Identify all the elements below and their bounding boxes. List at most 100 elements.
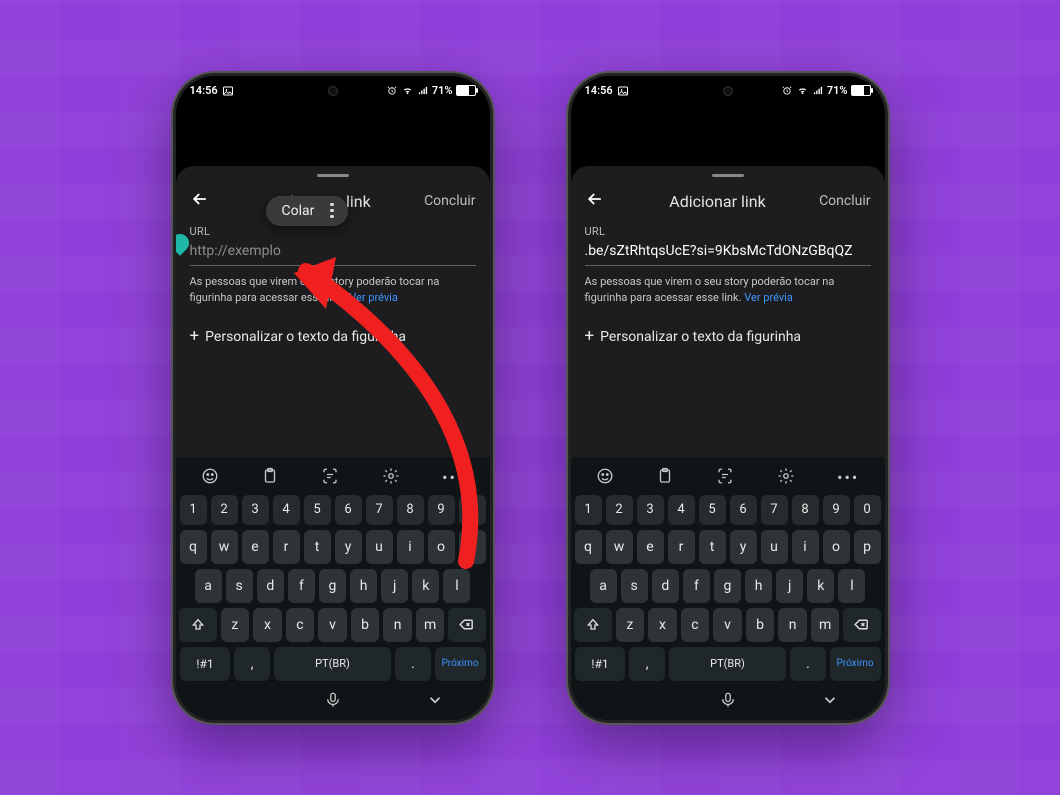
key-c[interactable]: c — [286, 608, 315, 642]
comma-key[interactable]: , — [234, 647, 269, 681]
paste-button[interactable]: Colar — [282, 203, 315, 219]
more-button[interactable]: ••• — [837, 468, 859, 487]
key-e[interactable]: e — [242, 530, 269, 564]
language-key[interactable]: PT(BR) — [669, 647, 787, 681]
key-d[interactable]: d — [257, 569, 284, 603]
key-7[interactable]: 7 — [761, 495, 788, 525]
clipboard-button[interactable] — [261, 467, 279, 489]
key-u[interactable]: u — [366, 530, 393, 564]
key-5[interactable]: 5 — [304, 495, 331, 525]
key-4[interactable]: 4 — [668, 495, 695, 525]
key-8[interactable]: 8 — [792, 495, 819, 525]
customize-sticker-button[interactable]: +Personalizar o texto da figurinha — [585, 326, 871, 346]
key-1[interactable]: 1 — [180, 495, 207, 525]
key-n[interactable]: n — [778, 608, 807, 642]
key-t[interactable]: t — [304, 530, 331, 564]
emoji-button[interactable] — [201, 467, 219, 489]
back-button[interactable] — [190, 189, 230, 214]
key-p[interactable]: p — [459, 530, 486, 564]
key-s[interactable]: s — [226, 569, 253, 603]
shift-key[interactable] — [179, 608, 216, 642]
back-button[interactable] — [585, 189, 625, 214]
key-3[interactable]: 3 — [637, 495, 664, 525]
key-0[interactable]: 0 — [854, 495, 881, 525]
key-r[interactable]: r — [273, 530, 300, 564]
key-m[interactable]: m — [416, 608, 445, 642]
key-b[interactable]: b — [351, 608, 380, 642]
key-k[interactable]: k — [412, 569, 439, 603]
emoji-button[interactable] — [596, 467, 614, 489]
key-f[interactable]: f — [288, 569, 315, 603]
text-scan-button[interactable] — [321, 467, 339, 489]
key-y[interactable]: y — [730, 530, 757, 564]
preview-link[interactable]: Ver prévia — [349, 291, 398, 304]
key-l[interactable]: l — [443, 569, 470, 603]
key-a[interactable]: a — [195, 569, 222, 603]
done-button[interactable]: Concluir — [416, 193, 476, 209]
keyboard-hide-icon[interactable] — [821, 691, 839, 709]
next-key[interactable]: Próximo — [435, 647, 486, 681]
key-x[interactable]: x — [648, 608, 677, 642]
period-key[interactable]: . — [395, 647, 430, 681]
key-z[interactable]: z — [616, 608, 645, 642]
key-a[interactable]: a — [590, 569, 617, 603]
key-w[interactable]: w — [606, 530, 633, 564]
text-scan-button[interactable] — [716, 467, 734, 489]
key-i[interactable]: i — [792, 530, 819, 564]
key-y[interactable]: y — [335, 530, 362, 564]
key-j[interactable]: j — [776, 569, 803, 603]
language-key[interactable]: PT(BR) — [274, 647, 392, 681]
backspace-key[interactable] — [448, 608, 485, 642]
key-k[interactable]: k — [807, 569, 834, 603]
mic-icon[interactable] — [324, 691, 342, 709]
key-q[interactable]: q — [180, 530, 207, 564]
key-b[interactable]: b — [746, 608, 775, 642]
key-t[interactable]: t — [699, 530, 726, 564]
sheet-grabber[interactable] — [712, 174, 744, 178]
key-g[interactable]: g — [319, 569, 346, 603]
key-j[interactable]: j — [381, 569, 408, 603]
settings-button[interactable] — [777, 467, 795, 489]
more-options-button[interactable] — [324, 203, 340, 219]
clipboard-button[interactable] — [656, 467, 674, 489]
key-g[interactable]: g — [714, 569, 741, 603]
done-button[interactable]: Concluir — [811, 193, 871, 209]
symbols-key[interactable]: !#1 — [575, 647, 626, 681]
key-3[interactable]: 3 — [242, 495, 269, 525]
key-6[interactable]: 6 — [335, 495, 362, 525]
key-6[interactable]: 6 — [730, 495, 757, 525]
key-9[interactable]: 9 — [823, 495, 850, 525]
period-key[interactable]: . — [790, 647, 825, 681]
key-r[interactable]: r — [668, 530, 695, 564]
key-o[interactable]: o — [428, 530, 455, 564]
key-2[interactable]: 2 — [211, 495, 238, 525]
mic-icon[interactable] — [719, 691, 737, 709]
key-0[interactable]: 0 — [459, 495, 486, 525]
key-1[interactable]: 1 — [575, 495, 602, 525]
settings-button[interactable] — [382, 467, 400, 489]
key-e[interactable]: e — [637, 530, 664, 564]
sheet-grabber[interactable] — [317, 174, 349, 178]
symbols-key[interactable]: !#1 — [180, 647, 231, 681]
key-f[interactable]: f — [683, 569, 710, 603]
next-key[interactable]: Próximo — [830, 647, 881, 681]
key-z[interactable]: z — [221, 608, 250, 642]
key-w[interactable]: w — [211, 530, 238, 564]
key-u[interactable]: u — [761, 530, 788, 564]
key-x[interactable]: x — [253, 608, 282, 642]
more-button[interactable]: ••• — [442, 468, 464, 487]
key-2[interactable]: 2 — [606, 495, 633, 525]
key-9[interactable]: 9 — [428, 495, 455, 525]
key-5[interactable]: 5 — [699, 495, 726, 525]
customize-sticker-button[interactable]: +Personalizar o texto da figurinha — [190, 326, 476, 346]
key-l[interactable]: l — [838, 569, 865, 603]
key-v[interactable]: v — [713, 608, 742, 642]
preview-link[interactable]: Ver prévia — [744, 291, 793, 304]
comma-key[interactable]: , — [629, 647, 664, 681]
key-s[interactable]: s — [621, 569, 648, 603]
shift-key[interactable] — [574, 608, 611, 642]
key-o[interactable]: o — [823, 530, 850, 564]
url-input[interactable] — [585, 238, 871, 266]
key-i[interactable]: i — [397, 530, 424, 564]
url-input[interactable] — [190, 238, 476, 266]
